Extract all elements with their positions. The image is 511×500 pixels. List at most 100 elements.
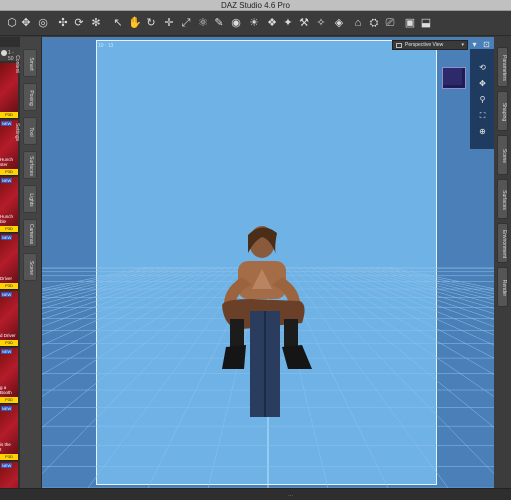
figure-model[interactable] bbox=[182, 219, 342, 419]
vendor-badge: P3D bbox=[0, 340, 18, 346]
paint-tool-icon[interactable]: ✧ bbox=[313, 16, 329, 31]
viewport-menu-icon[interactable]: ▾ bbox=[470, 40, 479, 49]
move-tool-icon[interactable]: ✛ bbox=[161, 16, 177, 31]
left-tab-label: Tool Settings bbox=[14, 122, 34, 142]
right-tab[interactable]: Surfaces bbox=[497, 179, 508, 219]
status-bar: ... bbox=[0, 488, 511, 500]
frame-icon[interactable]: ⛶ bbox=[478, 111, 487, 120]
skin-tool-icon[interactable]: ❖ bbox=[264, 16, 280, 31]
left-tab[interactable]: Surfaces bbox=[23, 151, 37, 179]
vendor-badge: P3D bbox=[0, 454, 18, 460]
render-settings-icon[interactable]: ⎚ bbox=[382, 16, 398, 31]
content-library-panel: 1 - 50 P3D NEW Hunch ster P3D NEW Hunch ble P3… bbox=[0, 37, 20, 500]
asset-thumbnail[interactable]: NEW is the t P3D bbox=[0, 405, 18, 461]
asset-label: g a Booth bbox=[0, 385, 12, 395]
aspect-ratio-label: 10 : 13 bbox=[98, 43, 114, 49]
asset-label: is the t bbox=[0, 442, 11, 452]
spotlight-icon[interactable]: ✦ bbox=[280, 16, 296, 31]
screenshot-icon[interactable]: ▣ bbox=[402, 16, 418, 31]
asset-label: Driver bbox=[0, 276, 12, 281]
asset-thumbnail[interactable]: NEW g a Booth P3D bbox=[0, 348, 18, 404]
right-tab-label: Render bbox=[501, 279, 507, 297]
right-tab[interactable]: Scene bbox=[497, 135, 508, 175]
right-tab[interactable]: Shaping bbox=[497, 91, 508, 131]
asset-thumbnail[interactable]: NEW Hunch ble P3D bbox=[0, 177, 18, 233]
new-badge: NEW bbox=[1, 406, 13, 411]
scale-tool-icon[interactable]: ⤢ bbox=[178, 16, 194, 31]
camera-icon bbox=[396, 43, 402, 48]
viewport-navigation: ⟲ ✥ ⚲ ⛶ ⊕ bbox=[470, 49, 494, 149]
spot-render-icon[interactable]: ⬓ bbox=[418, 16, 434, 31]
shaping-tool-icon[interactable]: ✎ bbox=[211, 16, 227, 31]
camera-label: Perspective View bbox=[405, 42, 444, 48]
right-tab-label: Shaping bbox=[501, 102, 507, 122]
view-cube[interactable] bbox=[442, 67, 466, 89]
left-tab[interactable]: Cameras bbox=[23, 219, 37, 247]
right-tab[interactable]: Parameters bbox=[497, 47, 508, 87]
left-tab[interactable]: Smart Content bbox=[14, 49, 37, 77]
light-tool-icon[interactable]: ☀ bbox=[246, 16, 262, 31]
right-tab-label: Scene bbox=[501, 148, 507, 164]
right-tab[interactable]: Environment bbox=[497, 223, 508, 263]
new-badge: NEW bbox=[1, 235, 13, 240]
daz-studio-window: DAZ Studio 4.6 Pro ⬡ ✥ ◎ ✣ ⟳ ✻ ↖ ✋ ↻ ✛ ⤢ ⚛ ✎ ◉ ☀ ❖ ✦ ⚒ ✧ ◈ ⌂… bbox=[0, 0, 511, 500]
orbit-icon[interactable]: ⟲ bbox=[478, 63, 487, 72]
pan-icon[interactable]: ✥ bbox=[478, 79, 487, 88]
node-select-icon[interactable]: ◎ bbox=[35, 16, 51, 31]
left-tab-label: Surfaces bbox=[28, 156, 34, 176]
right-tab[interactable]: Render bbox=[497, 267, 508, 307]
vendor-badge: P3D bbox=[0, 169, 18, 175]
morph-tool-icon[interactable]: ◈ bbox=[331, 16, 347, 31]
brush-tool-icon[interactable]: ⚒ bbox=[296, 16, 312, 31]
translate-tool-icon[interactable]: ✣ bbox=[55, 16, 71, 31]
asset-label: Hunch ble bbox=[0, 214, 14, 224]
aim-icon[interactable]: ⊕ bbox=[478, 127, 487, 136]
lamp-icon[interactable]: ⛭ bbox=[366, 16, 382, 31]
main-toolbar: ⬡ ✥ ◎ ✣ ⟳ ✻ ↖ ✋ ↻ ✛ ⤢ ⚛ ✎ ◉ ☀ ❖ ✦ ⚒ ✧ ◈ ⌂ ⛭ ⎚ ▣ ⬓ bbox=[0, 11, 511, 36]
pose-tool-icon[interactable]: ✋ bbox=[127, 16, 143, 31]
right-tab-label: Parameters bbox=[501, 55, 507, 81]
new-badge: NEW bbox=[1, 349, 13, 354]
viewport-layout-icon[interactable]: ⊡ bbox=[482, 40, 491, 49]
geometry-tool-icon[interactable]: ✻ bbox=[88, 16, 104, 31]
right-tab-label: Surfaces bbox=[501, 190, 507, 210]
left-tab[interactable]: Scene bbox=[23, 253, 37, 281]
camera-selector[interactable]: Perspective View ▾ bbox=[392, 40, 468, 50]
panel-menu-icon[interactable] bbox=[1, 50, 7, 56]
asset-label: d Driver bbox=[0, 333, 16, 338]
left-tab-label: Posing bbox=[28, 90, 34, 106]
right-tab-label: Environment bbox=[501, 229, 507, 259]
orbit-tool-icon[interactable]: ↻ bbox=[143, 16, 159, 31]
left-tab-label: Lights bbox=[28, 193, 34, 207]
asset-label: Hunch ster bbox=[0, 157, 14, 167]
asset-thumbnail[interactable]: NEW d Driver P3D bbox=[0, 291, 18, 347]
new-badge: NEW bbox=[1, 463, 13, 468]
left-tab[interactable]: Lights bbox=[23, 185, 37, 213]
vendor-badge: P3D bbox=[0, 226, 18, 232]
vendor-badge: P3D bbox=[0, 397, 18, 403]
left-tab-strip: Smart Content Posing Tool Settings Surfaces… bbox=[14, 37, 42, 500]
3d-viewport[interactable]: 10 : 13 Perspective View ▾ ▾ ⊡ ⟲ ✥ ⚲ ⛶ ⊕ bbox=[42, 37, 494, 488]
surface-tool-icon[interactable]: ⚛ bbox=[195, 16, 211, 31]
resize-grip[interactable]: ... bbox=[288, 492, 293, 498]
left-tab-label: Scene bbox=[28, 260, 34, 276]
zoom-icon[interactable]: ⚲ bbox=[478, 95, 487, 104]
vendor-badge: P3D bbox=[0, 283, 18, 289]
chevron-down-icon: ▾ bbox=[461, 42, 464, 48]
rotate-tool-icon[interactable]: ✥ bbox=[18, 16, 34, 31]
asset-thumbnail[interactable]: NEW Driver P3D bbox=[0, 234, 18, 290]
camera-tool-icon[interactable]: ◉ bbox=[228, 16, 244, 31]
right-tab-strip: Parameters Shaping Scene Surfaces Environmen… bbox=[494, 37, 511, 500]
render-icon[interactable]: ⌂ bbox=[350, 16, 366, 31]
left-tab[interactable]: Tool Settings bbox=[14, 117, 37, 145]
new-badge: NEW bbox=[1, 292, 13, 297]
left-tab-label: Smart Content bbox=[14, 55, 34, 73]
new-badge: NEW bbox=[1, 178, 13, 183]
title-bar: DAZ Studio 4.6 Pro bbox=[0, 0, 511, 11]
left-tab-label: Cameras bbox=[28, 223, 34, 245]
pointer-tool-icon[interactable]: ↖ bbox=[110, 16, 126, 31]
vendor-badge: P3D bbox=[0, 112, 18, 118]
window-title: DAZ Studio 4.6 Pro bbox=[221, 1, 290, 10]
left-tab[interactable]: Posing bbox=[23, 83, 37, 111]
joint-editor-icon[interactable]: ⟳ bbox=[71, 16, 87, 31]
